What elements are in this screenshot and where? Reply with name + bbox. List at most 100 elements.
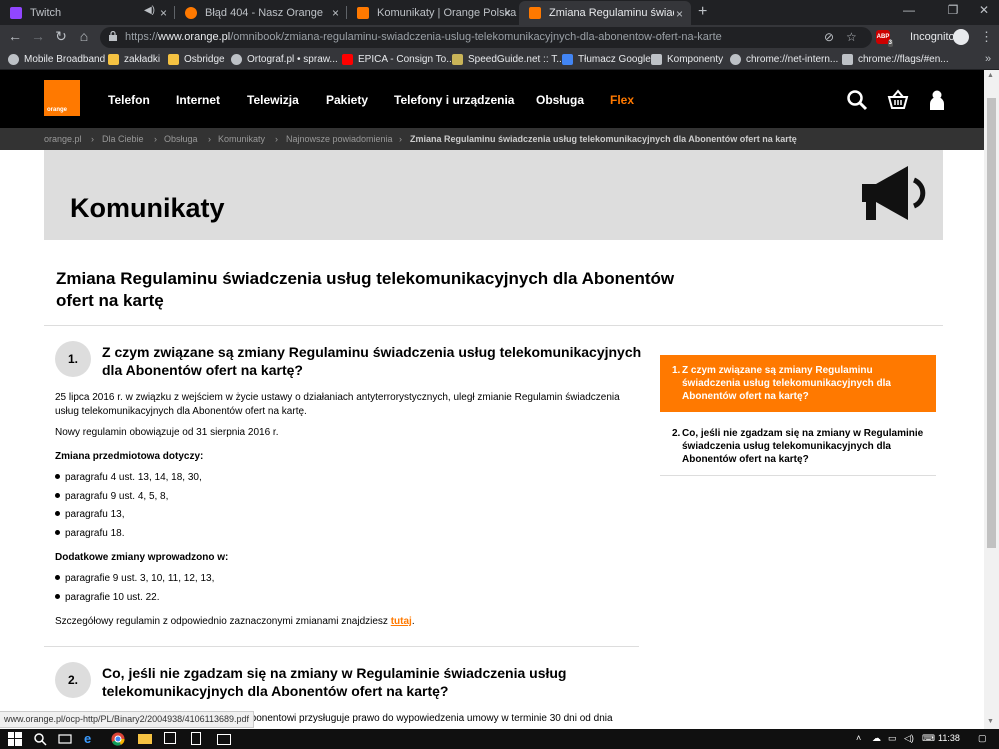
nav-item-telefony[interactable]: Telefony i urządzenia (394, 93, 514, 107)
calculator-icon[interactable] (191, 732, 201, 745)
home-button[interactable]: ⌂ (74, 28, 94, 44)
section-intro: 25 lipca 2016 r. w związku z wejściem w … (55, 392, 620, 417)
search-icon[interactable] (33, 732, 47, 746)
audio-icon[interactable]: ◀) (144, 5, 155, 16)
notifications-icon[interactable]: ▢ (978, 733, 987, 744)
nav-item-flex[interactable]: Flex (610, 93, 634, 107)
sidebar-item-question-2[interactable]: 2. Co, jeśli nie zgadzam się na zmiany w… (660, 418, 936, 476)
incognito-icon[interactable] (953, 29, 969, 45)
extra-changes-heading: Dodatkowe zmiany wprowadzono w: (55, 552, 229, 563)
bookmark-item[interactable]: Osbridge (168, 54, 225, 65)
details-link[interactable]: tutaj (391, 616, 412, 627)
window-close-button[interactable]: ✕ (962, 0, 999, 22)
minimize-button[interactable]: — (887, 0, 931, 22)
url-text: https://www.orange.pl/omnibook/zmiana-re… (125, 31, 722, 43)
tab-twitch[interactable]: Twitch ◀) × (0, 0, 175, 25)
close-icon[interactable]: × (160, 6, 167, 20)
breadcrumb-link[interactable]: Komunikaty (218, 134, 265, 144)
breadcrumb-link[interactable]: orange.pl (44, 134, 82, 144)
logo-text: orange (47, 107, 68, 113)
tab-zmiana-regulaminu[interactable]: Zmiana Regulaminu świadczenia × (519, 1, 691, 25)
tab-error-404[interactable]: Błąd 404 - Nasz Orange × (175, 0, 347, 25)
nav-item-obsluga[interactable]: Obsługa (536, 93, 584, 107)
section-divider (44, 646, 639, 647)
chrome-icon[interactable] (111, 732, 125, 746)
close-icon[interactable]: × (504, 6, 511, 20)
bookmark-item[interactable]: Tłumacz Google (562, 54, 651, 65)
breadcrumb-link[interactable]: Dla Ciebie (102, 134, 144, 144)
list-item: paragrafu 18. (55, 528, 125, 539)
bookmark-label: chrome://flags/#en... (858, 54, 949, 65)
details-paragraph: Szczegółowy regulamin z odpowiednio zazn… (55, 615, 635, 629)
bookmark-item[interactable]: chrome://net-intern... (730, 54, 838, 65)
change-heading: Zmiana przedmiotowa dotyczy: (55, 451, 204, 462)
youtube-icon (342, 54, 353, 65)
close-icon[interactable]: × (676, 7, 683, 21)
breadcrumb-link[interactable]: Najnowsze powiadomienia (286, 134, 393, 144)
flask-icon (842, 54, 853, 65)
page-scrollbar[interactable]: ▲ ▼ (984, 70, 999, 729)
orange-logo[interactable]: orange (44, 80, 80, 116)
folder-icon (168, 54, 179, 65)
address-bar[interactable]: https://www.orange.pl/omnibook/zmiana-re… (100, 27, 872, 48)
new-tab-button[interactable]: + (698, 3, 707, 21)
section-number: 2. (55, 662, 91, 698)
orange-favicon-icon (185, 6, 197, 19)
bookmark-item[interactable]: chrome://flags/#en... (842, 54, 949, 65)
volume-icon[interactable]: ◁) (904, 733, 914, 744)
file-explorer-icon[interactable] (138, 734, 152, 744)
breadcrumb-link[interactable]: Obsługa (164, 134, 198, 144)
browser-tabstrip: Twitch ◀) × Błąd 404 - Nasz Orange × Kom… (0, 0, 999, 25)
task-view-icon[interactable] (58, 732, 72, 746)
orange-favicon-icon (357, 6, 369, 19)
bookmark-item[interactable]: Ortograf.pl • spraw... (231, 54, 338, 65)
breadcrumb-separator: › (208, 134, 211, 144)
network-icon[interactable]: ▭ (888, 733, 897, 744)
reload-button[interactable]: ↻ (51, 28, 71, 45)
nav-item-telefon[interactable]: Telefon (108, 93, 150, 107)
onedrive-icon[interactable]: ☁ (872, 733, 881, 744)
back-button[interactable]: ← (5, 28, 25, 44)
bookmark-item[interactable]: zakładki (108, 54, 160, 65)
windows-start-icon[interactable] (8, 732, 22, 746)
terminal-icon[interactable] (217, 734, 231, 745)
clock[interactable]: 11:38 (938, 733, 960, 743)
nav-item-internet[interactable]: Internet (176, 93, 220, 107)
browser-menu-icon[interactable]: ⋮ (980, 29, 993, 45)
page-title: Komunikaty (70, 193, 225, 223)
camera-blocked-icon[interactable]: ⊘ (824, 30, 834, 44)
basket-icon[interactable] (887, 89, 909, 111)
close-icon[interactable]: × (332, 6, 339, 20)
bookmark-label: chrome://net-intern... (746, 54, 839, 65)
bookmarks-bar: Mobile Broadband zakładki Osbridge Ortog… (0, 50, 999, 70)
bookmark-item[interactable]: Mobile Broadband (8, 54, 105, 65)
keyboard-icon[interactable]: ⌨ (922, 733, 935, 744)
scrollbar-thumb[interactable] (987, 98, 996, 548)
tab-komunikaty[interactable]: Komunikaty | Orange Polska × (347, 0, 519, 25)
tab-title: Komunikaty | Orange Polska (377, 6, 517, 19)
forward-button[interactable]: → (28, 28, 48, 44)
edge-icon[interactable]: e (84, 732, 98, 746)
sidebar-item-question-1[interactable]: 1. Z czym związane są zmiany Regulaminu … (660, 355, 936, 412)
sidebar-item-label: Co, jeśli nie zgadzam się na zmiany w Re… (682, 428, 924, 465)
user-icon[interactable] (926, 89, 948, 111)
scroll-down-icon[interactable]: ▼ (987, 718, 994, 725)
article-title: Zmiana Regulaminu świadczenia usług tele… (56, 269, 675, 310)
nav-item-pakiety[interactable]: Pakiety (326, 93, 368, 107)
bookmarks-overflow-button[interactable]: » (985, 53, 991, 65)
nav-item-telewizja[interactable]: Telewizja (247, 93, 299, 107)
tray-chevron-icon[interactable]: ˄ (856, 733, 861, 743)
bookmark-label: zakładki (124, 54, 161, 65)
url-host: www.orange.pl (158, 31, 231, 43)
bookmark-item[interactable]: EPICA - Consign To... (342, 54, 455, 65)
adblock-extension-icon[interactable]: ABP 3 (876, 30, 893, 47)
scroll-up-icon[interactable]: ▲ (987, 72, 994, 79)
bookmark-star-icon[interactable]: ☆ (846, 30, 857, 44)
bookmark-item[interactable]: SpeedGuide.net :: T... (452, 54, 565, 65)
bookmark-label: Osbridge (184, 54, 225, 65)
store-icon[interactable] (164, 732, 176, 744)
search-icon[interactable] (846, 89, 868, 111)
bookmark-item[interactable]: Komponenty (651, 54, 723, 65)
orange-favicon-icon (529, 7, 541, 19)
sg-icon (452, 54, 463, 65)
